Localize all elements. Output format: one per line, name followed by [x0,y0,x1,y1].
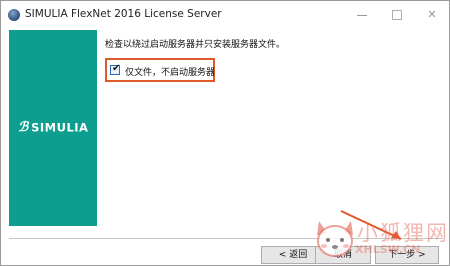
option-highlight-box: ✔ 仅文件，不启动服务器 [105,58,215,82]
instruction-text: 检查以绕过启动服务器并只安装服务器文件。 [105,40,286,50]
app-icon [8,9,20,21]
window-title: SIMULIA FlexNet 2016 License Server [25,8,222,20]
files-only-label[interactable]: 仅文件，不启动服务器 [125,65,215,78]
minimize-icon [357,14,367,16]
maximize-icon [392,10,402,20]
check-icon: ✔ [112,63,121,74]
minimize-button[interactable] [347,5,377,25]
simulia-logo: ℬ SIMULIA [18,120,88,135]
side-banner: ℬ SIMULIA [9,30,97,226]
installer-window: SIMULIA FlexNet 2016 License Server ✕ ℬ … [0,0,450,266]
title-bar[interactable]: SIMULIA FlexNet 2016 License Server ✕ [1,1,449,29]
watermark-domain: XHLSW.CN [355,243,421,256]
ds-logo-icon: ℬ [18,120,29,135]
files-only-checkbox[interactable]: ✔ [110,63,121,75]
close-button[interactable]: ✕ [417,5,447,25]
content-area: 检查以绕过启动服务器并只安装服务器文件。 ✔ 仅文件，不启动服务器 [105,30,443,226]
close-icon: ✕ [427,8,437,21]
watermark-fox-icon [317,221,353,257]
maximize-button[interactable] [382,5,412,25]
brand-name: SIMULIA [31,120,89,135]
